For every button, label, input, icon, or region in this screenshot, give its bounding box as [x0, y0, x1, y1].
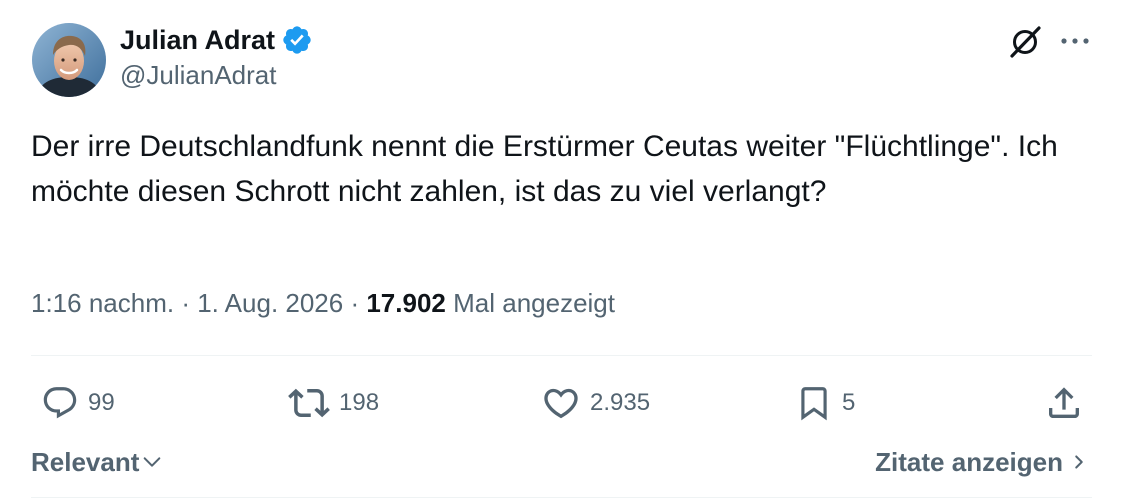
tweet-text: Der irre Deutschlandfunk nennt die Erstü…	[31, 130, 1058, 208]
repost-count: 198	[339, 389, 380, 416]
divider	[31, 497, 1092, 498]
heart-icon	[544, 388, 578, 419]
share-upload-icon	[1049, 387, 1079, 418]
chevron-right-icon	[1075, 455, 1083, 469]
author-name-row: Julian Adrat	[120, 22, 313, 58]
like-count: 2.935	[590, 389, 651, 416]
avatar[interactable]	[32, 23, 106, 97]
avatar-image	[32, 23, 106, 97]
grok-icon[interactable]	[1007, 24, 1043, 60]
sort-label: Relevant	[31, 446, 140, 477]
reply-button[interactable]: 99	[41, 381, 115, 425]
like-button[interactable]: 2.935	[541, 381, 650, 425]
sort-relevant-dropdown[interactable]: Relevant	[31, 444, 163, 480]
chevron-down-icon	[144, 457, 161, 467]
bookmark-icon	[801, 387, 827, 421]
bookmark-count: 5	[842, 389, 856, 416]
show-quotes-link[interactable]: Zitate anzeigen	[875, 444, 1087, 480]
tweet-date[interactable]: 1. Aug. 2026	[197, 288, 343, 318]
reply-bubble-icon	[43, 387, 77, 419]
verified-badge-icon[interactable]	[281, 24, 313, 56]
divider	[31, 355, 1092, 356]
tweet-time[interactable]: 1:16 nachm.	[31, 288, 174, 318]
more-options-icon[interactable]	[1058, 26, 1092, 56]
meta-separator: ·	[174, 288, 198, 318]
views-count: 17.902	[366, 288, 446, 318]
tweet-meta: 1:16 nachm. · 1. Aug. 2026 · 17.902 Mal …	[31, 288, 615, 319]
repost-button[interactable]: 198	[288, 381, 379, 425]
bookmark-button[interactable]: 5	[795, 381, 855, 425]
meta-separator: ·	[343, 288, 367, 318]
author-handle[interactable]: @JulianAdrat	[120, 60, 276, 91]
author-display-name[interactable]: Julian Adrat	[120, 25, 275, 56]
share-button[interactable]	[1044, 381, 1084, 425]
reply-count: 99	[88, 389, 115, 416]
views-label: Mal angezeigt	[453, 288, 615, 318]
quotes-label: Zitate anzeigen	[875, 446, 1063, 477]
repost-arrows-icon	[288, 388, 330, 418]
